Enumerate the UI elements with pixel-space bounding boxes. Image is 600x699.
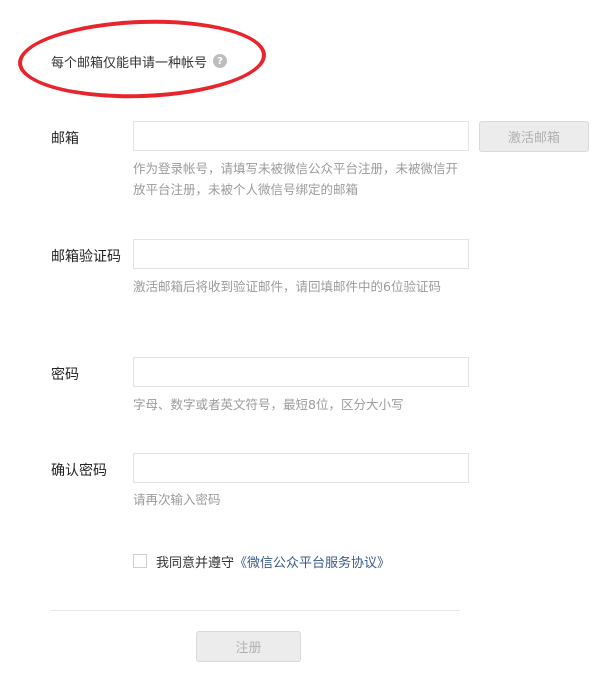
verify-code-input[interactable]: [133, 239, 469, 269]
verify-code-label: 邮箱验证码: [51, 249, 121, 265]
agreement-prefix: 我同意并遵守: [156, 555, 235, 571]
confirm-password-input[interactable]: [133, 453, 469, 483]
email-label: 邮箱: [51, 131, 79, 147]
password-input[interactable]: [133, 357, 469, 387]
confirm-password-hint: 请再次输入密码: [133, 492, 221, 507]
email-input[interactable]: [133, 121, 469, 151]
verify-code-hint: 激活邮箱后将收到验证邮件，请回填邮件中的6位验证码: [133, 279, 441, 294]
account-notice: 每个邮箱仅能申请一种帐号 ?: [51, 51, 228, 71]
help-icon[interactable]: ?: [213, 54, 228, 68]
service-agreement-link[interactable]: 《微信公众平台服务协议》: [234, 552, 390, 571]
activate-email-button[interactable]: 激活邮箱: [479, 121, 589, 152]
agreement-row: 我同意并遵守 《微信公众平台服务协议》: [133, 552, 390, 571]
agreement-checkbox[interactable]: [133, 554, 147, 568]
register-button[interactable]: 注册: [196, 631, 301, 662]
password-hint: 字母、数字或者英文符号，最短8位，区分大小写: [133, 397, 404, 412]
password-label: 密码: [51, 367, 79, 383]
confirm-password-label: 确认密码: [51, 463, 107, 479]
email-hint: 作为登录帐号，请填写未被微信公众平台注册，未被微信开放平台注册，未被个人微信号绑…: [133, 161, 459, 197]
account-notice-text: 每个邮箱仅能申请一种帐号: [51, 55, 208, 71]
divider: [51, 610, 460, 611]
